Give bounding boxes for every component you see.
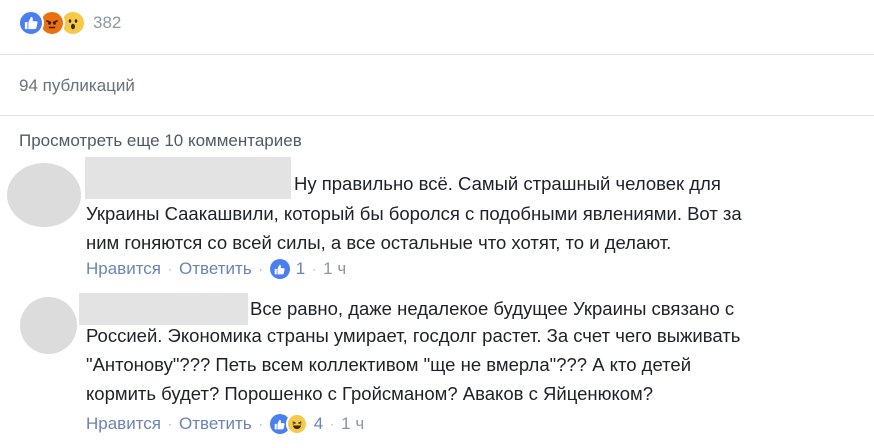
- comment-text: Ну правильно всё. Самый страшный человек…: [294, 173, 721, 194]
- divider: [0, 115, 874, 116]
- view-more-comments-link[interactable]: Просмотреть еще 10 комментариев: [19, 131, 302, 151]
- comment-actions: Нравится · Ответить · 4 · 1 ч: [86, 413, 364, 435]
- like-button[interactable]: Нравится: [86, 259, 161, 279]
- separator-dot: ·: [312, 262, 317, 276]
- reaction-count: 382: [93, 13, 122, 32]
- comment-text: ним гоняются со всей силы, а все остальн…: [86, 232, 672, 253]
- timestamp[interactable]: 1 ч: [341, 414, 364, 434]
- reaction-count[interactable]: 1: [296, 259, 305, 279]
- reply-button[interactable]: Ответить: [179, 414, 252, 434]
- divider: [0, 54, 874, 55]
- like-button[interactable]: Нравится: [86, 414, 161, 434]
- separator-dot: ·: [330, 417, 335, 431]
- separator-dot: ·: [258, 262, 263, 276]
- like-icon[interactable]: [269, 259, 290, 279]
- reaction-count[interactable]: 4: [314, 414, 323, 434]
- comment-text: "Антонову"??? Петь всем коллективом "ще …: [86, 354, 692, 375]
- shares-count[interactable]: 94 публикаций: [19, 76, 135, 96]
- separator-dot: ·: [168, 262, 173, 276]
- comment-text: Украины Саакашвили, который бы боролся с…: [86, 203, 742, 224]
- reply-button[interactable]: Ответить: [179, 259, 252, 279]
- reactions-summary[interactable]: 382: [18, 8, 121, 38]
- comment-actions: Нравится · Ответить · 1 · 1 ч: [86, 259, 346, 279]
- laugh-icon[interactable]: [285, 413, 308, 435]
- avatar[interactable]: [7, 163, 81, 227]
- comment-text: кормить будет? Порошенко с Гройсманом? А…: [86, 383, 654, 404]
- avatar[interactable]: [20, 297, 77, 354]
- separator-dot: ·: [168, 417, 173, 431]
- comment-text: Россией. Экономика страны умирает, госдо…: [86, 325, 741, 346]
- author-name[interactable]: [85, 157, 291, 199]
- separator-dot: ·: [258, 417, 263, 431]
- like-icon: [18, 10, 44, 36]
- timestamp[interactable]: 1 ч: [323, 259, 346, 279]
